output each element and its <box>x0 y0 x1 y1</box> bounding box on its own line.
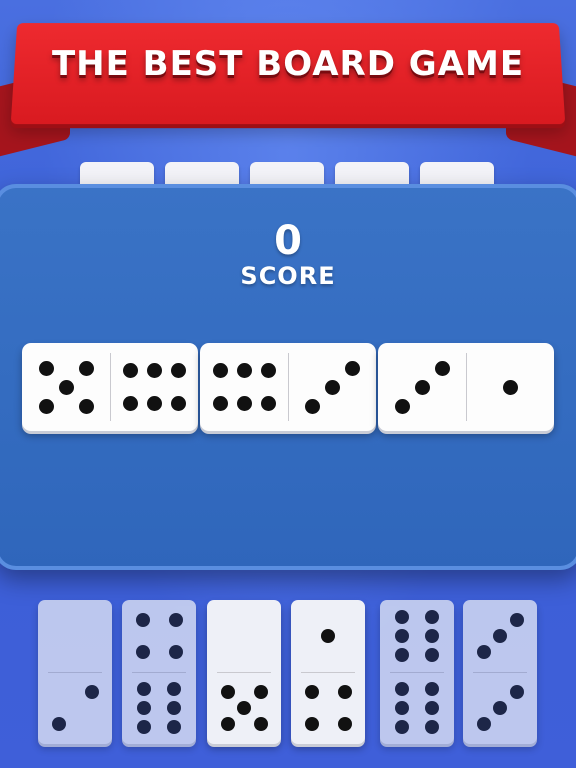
domino-divider <box>217 672 271 673</box>
pip <box>434 360 450 376</box>
pip <box>253 685 268 699</box>
pip <box>493 701 507 715</box>
domino-divider <box>132 672 186 673</box>
pip <box>476 645 491 659</box>
pip <box>212 396 228 412</box>
pip <box>509 613 524 627</box>
pip <box>137 720 152 735</box>
pip <box>84 685 99 699</box>
domino-divider <box>48 672 102 673</box>
domino-divider <box>110 353 111 421</box>
pip <box>146 396 162 412</box>
hand-domino[interactable] <box>291 600 365 744</box>
pip <box>135 613 150 627</box>
pip <box>337 717 352 731</box>
pip <box>502 379 518 395</box>
pip <box>78 398 94 414</box>
chain-domino <box>200 343 376 431</box>
pip <box>395 681 410 696</box>
pip <box>424 629 439 643</box>
chain-domino <box>22 343 198 431</box>
pip <box>304 685 319 699</box>
banner-title: THE BEST BOARD GAME <box>51 44 525 84</box>
pip <box>395 609 410 624</box>
pip <box>304 717 319 731</box>
pip <box>304 398 320 414</box>
domino-divider <box>288 353 289 421</box>
pip <box>220 717 235 731</box>
pip <box>146 362 162 378</box>
pip <box>395 648 410 663</box>
chain-domino <box>378 343 554 431</box>
player-hand <box>0 600 576 750</box>
pip <box>394 398 410 414</box>
pip <box>166 681 181 696</box>
pip <box>122 396 138 412</box>
pip <box>51 717 66 731</box>
hand-domino[interactable] <box>380 600 454 744</box>
pip <box>476 717 491 731</box>
pip <box>78 360 94 376</box>
domino-divider <box>466 353 467 421</box>
pip <box>168 613 183 627</box>
pip <box>166 720 181 735</box>
pip <box>395 720 410 735</box>
pip <box>236 362 252 378</box>
pip <box>170 396 186 412</box>
hand-domino[interactable] <box>122 600 196 744</box>
pip <box>344 360 360 376</box>
pip <box>260 362 276 378</box>
pip <box>137 681 152 696</box>
hand-domino[interactable] <box>38 600 112 744</box>
pip <box>424 720 439 735</box>
pip <box>38 360 54 376</box>
pip <box>324 379 340 395</box>
pip <box>236 396 252 412</box>
pip <box>237 701 251 715</box>
pip <box>220 685 235 699</box>
pip <box>424 609 439 624</box>
pip <box>395 629 410 643</box>
hand-domino[interactable] <box>463 600 537 744</box>
pip <box>414 379 430 395</box>
pip <box>168 645 183 659</box>
pip <box>424 701 439 715</box>
pip <box>166 701 181 715</box>
pip <box>337 685 352 699</box>
title-banner: THE BEST BOARD GAME <box>0 0 576 180</box>
pip <box>170 362 186 378</box>
pip <box>212 362 228 378</box>
pip <box>58 379 74 395</box>
pip <box>509 685 524 699</box>
hand-domino[interactable] <box>207 600 281 744</box>
domino-divider <box>301 672 355 673</box>
pip <box>424 648 439 663</box>
pip <box>493 629 507 643</box>
pip <box>424 681 439 696</box>
pip <box>137 701 152 715</box>
score-value: 0 <box>274 218 302 264</box>
domino-divider <box>473 672 527 673</box>
pip <box>122 362 138 378</box>
pip <box>260 396 276 412</box>
pip <box>253 717 268 731</box>
pip <box>135 645 150 659</box>
pip <box>38 398 54 414</box>
pip <box>321 629 335 643</box>
domino-divider <box>390 672 444 673</box>
pip <box>395 701 410 715</box>
score-label: SCORE <box>240 262 336 290</box>
